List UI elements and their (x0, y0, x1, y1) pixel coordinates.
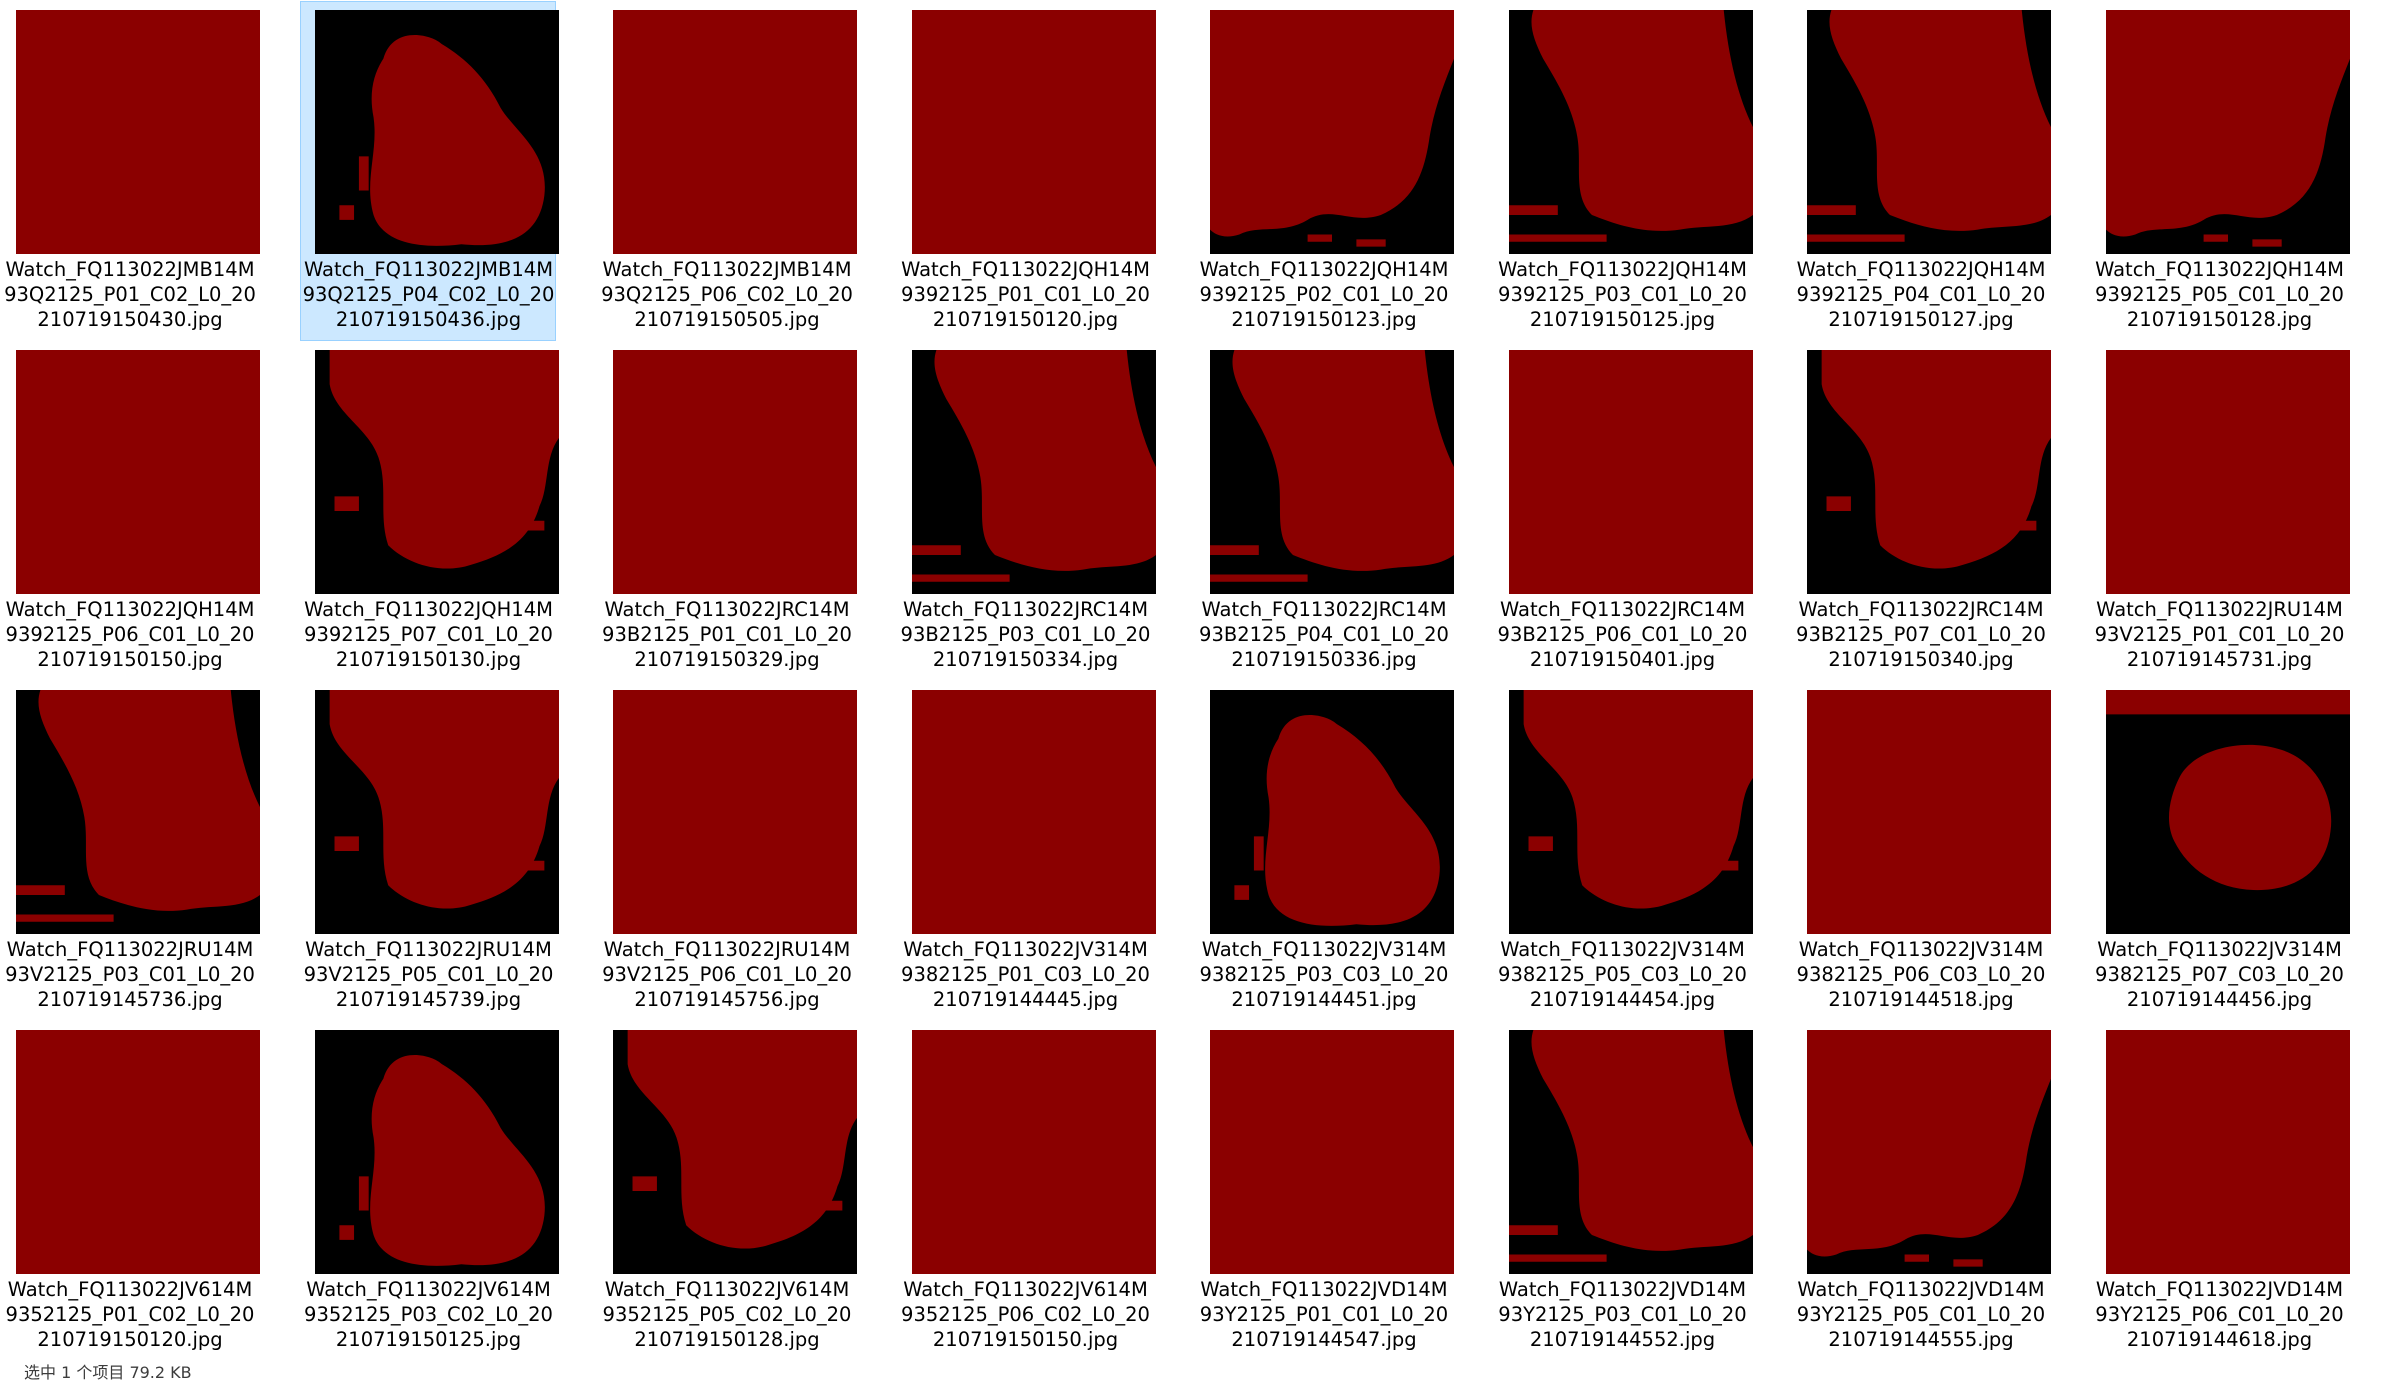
file-name-label: Watch_FQ113022JRC14M93B2125_P03_C01_L0_2… (900, 598, 1151, 671)
file-thumbnail (16, 10, 260, 254)
file-thumbnail (911, 350, 1156, 594)
status-bar: 选中 1 个项目 79.2 KB (0, 1364, 2387, 1381)
file-thumbnail (1807, 1030, 2051, 1274)
file-thumbnail (1807, 350, 2051, 594)
file-thumbnail (1508, 350, 1753, 594)
file-name-label: Watch_FQ113022JV614M9352125_P05_C02_L0_2… (602, 1278, 852, 1351)
file-item[interactable]: Watch_FQ113022JRC14M93B2125_P01_C01_L0_2… (598, 341, 857, 681)
file-item[interactable]: Watch_FQ113022JRU14M93V2125_P06_C01_L0_2… (598, 681, 857, 1021)
file-name-label: Watch_FQ113022JV314M9382125_P07_C03_L0_2… (2095, 938, 2344, 1011)
file-item[interactable]: Watch_FQ113022JRC14M93B2125_P06_C01_L0_2… (1494, 341, 1753, 681)
file-item[interactable]: Watch_FQ113022JQH14M9392125_P02_C01_L0_2… (1195, 1, 1454, 341)
file-item[interactable]: Watch_FQ113022JVD14M93Y2125_P03_C01_L0_2… (1494, 1021, 1753, 1361)
file-name-label: Watch_FQ113022JVD14M93Y2125_P06_C01_L0_2… (2095, 1278, 2344, 1351)
file-thumbnail (613, 690, 857, 934)
file-grid: Watch_FQ113022JMB14M93Q2125_P01_C02_L0_2… (0, 0, 2387, 1381)
file-thumbnail (314, 10, 559, 254)
file-thumbnail (911, 1030, 1156, 1274)
file-item[interactable]: Watch_FQ113022JV314M9382125_P03_C03_L0_2… (1195, 681, 1454, 1021)
file-name-label: Watch_FQ113022JVD14M93Y2125_P01_C01_L0_2… (1199, 1278, 1449, 1351)
file-name-label: Watch_FQ113022JVD14M93Y2125_P03_C01_L0_2… (1498, 1278, 1747, 1351)
file-thumbnail (16, 690, 260, 934)
file-item[interactable]: Watch_FQ113022JRU14M93V2125_P01_C01_L0_2… (2091, 341, 2350, 681)
file-thumbnail (911, 690, 1156, 934)
file-item[interactable]: Watch_FQ113022JVD14M93Y2125_P05_C01_L0_2… (1792, 1021, 2051, 1361)
file-thumbnail (1210, 350, 1454, 594)
file-name-label: Watch_FQ113022JRU14M93V2125_P05_C01_L0_2… (303, 938, 554, 1011)
file-name-label: Watch_FQ113022JRC14M93B2125_P04_C01_L0_2… (1199, 598, 1449, 671)
file-item[interactable]: Watch_FQ113022JQH14M9392125_P04_C01_L0_2… (1792, 1, 2051, 341)
file-item[interactable]: Watch_FQ113022JV314M9382125_P01_C03_L0_2… (897, 681, 1156, 1021)
file-thumbnail (1210, 1030, 1454, 1274)
file-name-label: Watch_FQ113022JQH14M9392125_P04_C01_L0_2… (1796, 258, 2046, 331)
file-item[interactable]: Watch_FQ113022JMB14M93Q2125_P04_C02_L0_2… (299, 1, 559, 341)
file-thumbnail (2105, 10, 2350, 254)
file-item[interactable]: Watch_FQ113022JV614M9352125_P01_C02_L0_2… (1, 1021, 260, 1361)
file-thumbnail (911, 10, 1156, 254)
file-item[interactable]: Watch_FQ113022JMB14M93Q2125_P01_C02_L0_2… (1, 1, 260, 341)
file-thumbnail (16, 350, 260, 594)
file-name-label: Watch_FQ113022JMB14M93Q2125_P06_C02_L0_2… (601, 258, 853, 331)
file-item[interactable]: Watch_FQ113022JV614M9352125_P05_C02_L0_2… (598, 1021, 857, 1361)
file-item[interactable]: Watch_FQ113022JQH14M9392125_P06_C01_L0_2… (1, 341, 260, 681)
file-thumbnail (1807, 690, 2051, 934)
file-name-label: Watch_FQ113022JQH14M9392125_P05_C01_L0_2… (2095, 258, 2344, 331)
file-name-label: Watch_FQ113022JV314M9382125_P03_C03_L0_2… (1199, 938, 1449, 1011)
file-thumbnail (1508, 1030, 1753, 1274)
file-thumbnail (1210, 10, 1454, 254)
file-item[interactable]: Watch_FQ113022JQH14M9392125_P07_C01_L0_2… (300, 341, 559, 681)
file-thumbnail (16, 1030, 260, 1274)
file-item[interactable]: Watch_FQ113022JV314M9382125_P05_C03_L0_2… (1494, 681, 1753, 1021)
file-thumbnail (1210, 690, 1454, 934)
file-name-label: Watch_FQ113022JQH14M9392125_P06_C01_L0_2… (5, 598, 255, 671)
file-item[interactable]: Watch_FQ113022JV614M9352125_P03_C02_L0_2… (300, 1021, 559, 1361)
file-thumbnail (1807, 10, 2051, 254)
file-item[interactable]: Watch_FQ113022JRU14M93V2125_P05_C01_L0_2… (300, 681, 559, 1021)
file-thumbnail (613, 350, 857, 594)
file-item[interactable]: Watch_FQ113022JVD14M93Y2125_P06_C01_L0_2… (2091, 1021, 2350, 1361)
file-item[interactable]: Watch_FQ113022JRU14M93V2125_P03_C01_L0_2… (1, 681, 260, 1021)
file-thumbnail (314, 350, 559, 594)
file-item[interactable]: Watch_FQ113022JQH14M9392125_P01_C01_L0_2… (897, 1, 1156, 341)
file-name-label: Watch_FQ113022JV614M9352125_P01_C02_L0_2… (5, 1278, 255, 1351)
status-text: 选中 1 个项目 79.2 KB (24, 1364, 192, 1381)
file-name-label: Watch_FQ113022JV314M9382125_P05_C03_L0_2… (1498, 938, 1747, 1011)
file-name-label: Watch_FQ113022JV314M9382125_P06_C03_L0_2… (1796, 938, 2046, 1011)
file-thumbnail (1508, 690, 1753, 934)
file-name-label: Watch_FQ113022JQH14M9392125_P02_C01_L0_2… (1199, 258, 1449, 331)
file-name-label: Watch_FQ113022JV614M9352125_P06_C02_L0_2… (901, 1278, 1150, 1351)
file-name-label: Watch_FQ113022JQH14M9392125_P03_C01_L0_2… (1498, 258, 1747, 331)
file-thumbnail (613, 1030, 857, 1274)
file-name-label: Watch_FQ113022JRU14M93V2125_P06_C01_L0_2… (602, 938, 852, 1011)
file-item[interactable]: Watch_FQ113022JQH14M9392125_P03_C01_L0_2… (1494, 1, 1753, 341)
file-name-label: Watch_FQ113022JRC14M93B2125_P06_C01_L0_2… (1497, 598, 1748, 671)
file-thumbnail (2105, 1030, 2350, 1274)
file-name-label: Watch_FQ113022JRC14M93B2125_P07_C01_L0_2… (1796, 598, 2046, 671)
file-thumbnail (314, 1030, 559, 1274)
file-name-label: Watch_FQ113022JV314M9382125_P01_C03_L0_2… (901, 938, 1150, 1011)
file-item[interactable]: Watch_FQ113022JV614M9352125_P06_C02_L0_2… (897, 1021, 1156, 1361)
file-item[interactable]: Watch_FQ113022JMB14M93Q2125_P06_C02_L0_2… (598, 1, 857, 341)
file-item[interactable]: Watch_FQ113022JVD14M93Y2125_P01_C01_L0_2… (1195, 1021, 1454, 1361)
file-thumbnail (1508, 10, 1753, 254)
file-name-label: Watch_FQ113022JMB14M93Q2125_P04_C02_L0_2… (302, 258, 555, 331)
file-item[interactable]: Watch_FQ113022JRC14M93B2125_P07_C01_L0_2… (1792, 341, 2051, 681)
file-name-label: Watch_FQ113022JVD14M93Y2125_P05_C01_L0_2… (1796, 1278, 2046, 1351)
file-item[interactable]: Watch_FQ113022JQH14M9392125_P05_C01_L0_2… (2091, 1, 2350, 341)
file-name-label: Watch_FQ113022JRU14M93V2125_P03_C01_L0_2… (5, 938, 255, 1011)
file-item[interactable]: Watch_FQ113022JV314M9382125_P06_C03_L0_2… (1792, 681, 2051, 1021)
file-thumbnail (314, 690, 559, 934)
file-name-label: Watch_FQ113022JQH14M9392125_P07_C01_L0_2… (304, 598, 553, 671)
file-thumbnail (2105, 350, 2350, 594)
file-thumbnail (613, 10, 857, 254)
file-name-label: Watch_FQ113022JQH14M9392125_P01_C01_L0_2… (901, 258, 1150, 331)
file-thumbnail (2105, 690, 2350, 934)
file-item[interactable]: Watch_FQ113022JRC14M93B2125_P03_C01_L0_2… (897, 341, 1156, 681)
file-name-label: Watch_FQ113022JRC14M93B2125_P01_C01_L0_2… (602, 598, 852, 671)
file-name-label: Watch_FQ113022JV614M9352125_P03_C02_L0_2… (304, 1278, 553, 1351)
file-item[interactable]: Watch_FQ113022JV314M9382125_P07_C03_L0_2… (2091, 681, 2350, 1021)
file-name-label: Watch_FQ113022JMB14M93Q2125_P01_C02_L0_2… (4, 258, 256, 331)
file-name-label: Watch_FQ113022JRU14M93V2125_P01_C01_L0_2… (2094, 598, 2345, 671)
file-item[interactable]: Watch_FQ113022JRC14M93B2125_P04_C01_L0_2… (1195, 341, 1454, 681)
